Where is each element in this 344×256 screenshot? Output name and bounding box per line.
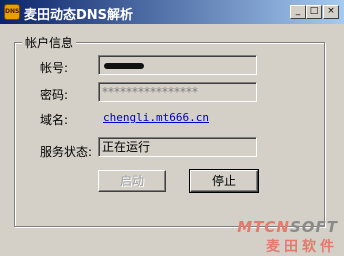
main-window: DNS 麦田动态DNS解析 _ □ × 帐户信息 帐号: 密码: *******… bbox=[0, 0, 344, 255]
maximize-button[interactable]: □ bbox=[306, 5, 322, 19]
app-logo-icon: DNS bbox=[4, 4, 20, 20]
close-button[interactable]: × bbox=[323, 5, 339, 19]
service-status-label: 服务状态: bbox=[40, 145, 93, 159]
start-button[interactable]: 启动 bbox=[98, 170, 166, 192]
stop-button[interactable]: 停止 bbox=[189, 169, 259, 193]
window-title: 麦田动态DNS解析 bbox=[24, 8, 134, 23]
watermark-brand: MTCNSOFT bbox=[237, 218, 338, 236]
watermark-subtitle: 麦田软件 bbox=[266, 239, 338, 255]
password-label: 密码: bbox=[40, 88, 69, 102]
domain-label: 域名: bbox=[40, 113, 69, 127]
account-label: 帐号: bbox=[40, 61, 69, 75]
title-bar[interactable]: DNS 麦田动态DNS解析 _ □ × bbox=[0, 0, 344, 24]
minimize-button[interactable]: _ bbox=[290, 5, 306, 19]
account-field[interactable] bbox=[98, 55, 257, 75]
service-status-field: 正在运行 bbox=[98, 137, 257, 157]
password-field[interactable]: **************** bbox=[98, 82, 257, 102]
redacted-account-mark bbox=[104, 62, 144, 69]
domain-link[interactable]: chengli.mt666.cn bbox=[103, 111, 209, 124]
group-title: 帐户信息 bbox=[22, 34, 77, 51]
